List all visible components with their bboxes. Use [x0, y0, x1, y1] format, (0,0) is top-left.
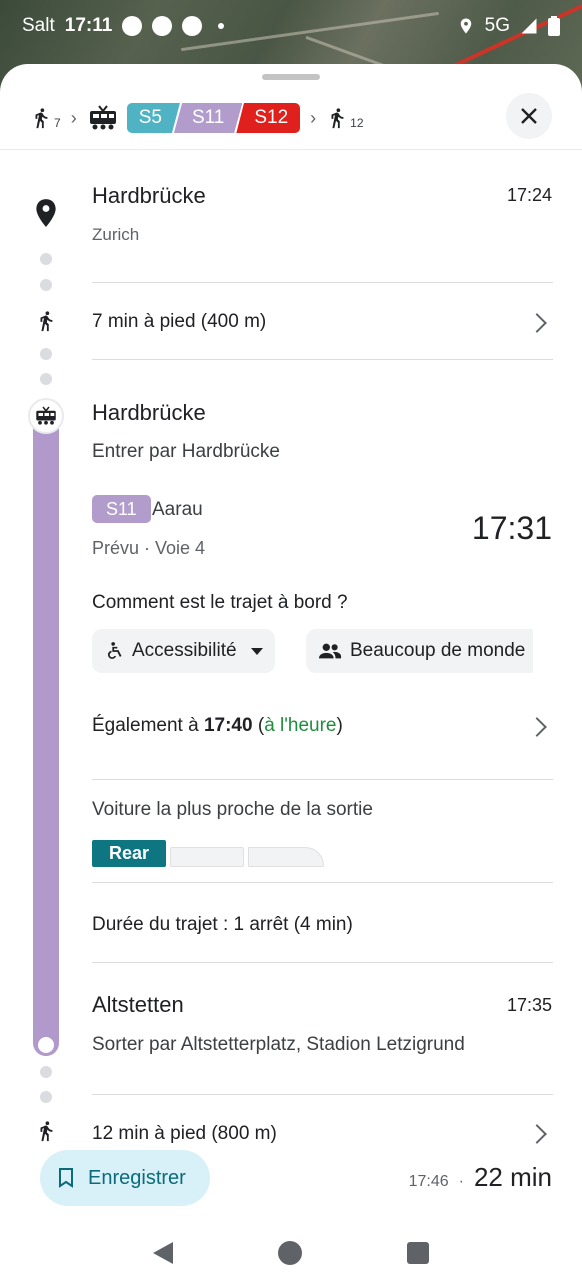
- walk-segment-start: 7: [30, 104, 61, 132]
- timeline-dot: [40, 348, 52, 360]
- line-badge-s11: S11: [92, 495, 151, 523]
- front-car: [248, 847, 324, 867]
- divider: [92, 359, 553, 360]
- recents-icon[interactable]: [407, 1242, 430, 1264]
- facebook-icon: [152, 16, 173, 36]
- back-icon[interactable]: [152, 1242, 173, 1264]
- walk-icon: [40, 311, 53, 332]
- close-icon: [521, 108, 537, 124]
- exit-car-label: Voiture la plus proche de la sortie: [92, 799, 373, 820]
- whatsapp-icon: [122, 16, 143, 36]
- train-car-diagram: Rear: [92, 840, 324, 867]
- timeline-dot: [40, 279, 52, 291]
- home-icon[interactable]: [277, 1241, 302, 1265]
- walk-minutes-end: 12: [350, 116, 364, 130]
- line-badge-s11: S11: [173, 103, 243, 133]
- boarding-station: Hardbrücke: [92, 400, 206, 425]
- divider: [92, 1094, 553, 1095]
- also-at-paren-close: ): [336, 715, 343, 736]
- accessibility-chip-label: Accessibilité: [132, 640, 237, 661]
- departure-time: 17:31: [471, 510, 552, 546]
- timeline-dot: [40, 253, 52, 265]
- divider: [92, 779, 553, 780]
- walk-icon: [40, 1121, 53, 1142]
- also-at-paren-open: (: [252, 715, 265, 736]
- arrival-time: 17:46: [408, 1173, 449, 1190]
- origin-time: 17:24: [506, 185, 552, 205]
- arrival-stop-marker: [35, 1034, 57, 1056]
- arrival-exit-info: Sorter par Altstetterplatz, Stadion Letz…: [92, 1034, 465, 1055]
- arrival-stop-time: 17:35: [506, 995, 552, 1015]
- divider: [92, 882, 553, 883]
- walk-step-2[interactable]: 12 min à pied (800 m): [92, 1123, 553, 1149]
- walk-icon: [35, 108, 48, 129]
- crowded-chip-label: Beaucoup de monde: [350, 640, 526, 661]
- train-icon: [89, 105, 116, 130]
- battery-icon: [548, 16, 560, 36]
- signal-icon: [521, 18, 537, 34]
- also-at-time: 17:40: [203, 715, 253, 736]
- divider: [0, 149, 582, 150]
- status-bar: Salt 17:11 5G: [0, 0, 582, 52]
- line-badges: S5 S11 S12: [126, 103, 301, 133]
- notification-dot-icon: [218, 23, 225, 29]
- dropdown-caret-icon: [250, 647, 263, 655]
- also-at-prefix: Également à: [92, 715, 204, 736]
- origin-name: Hardbrücke: [92, 183, 206, 208]
- chevron-right-icon: ›: [70, 107, 77, 128]
- walk-minutes-start: 7: [54, 116, 61, 130]
- timeline-dot: [40, 373, 52, 385]
- accessibility-chip[interactable]: Accessibilité: [92, 629, 275, 673]
- walk-step-1[interactable]: 7 min à pied (400 m): [92, 311, 553, 341]
- transit-timeline-line: [33, 414, 59, 1056]
- bookmark-icon: [59, 1168, 73, 1188]
- walk-segment-end: 12: [326, 104, 364, 132]
- chevron-right-icon: ›: [310, 107, 317, 128]
- ride-duration: Durée du trajet : 1 arrêt (4 min): [92, 914, 353, 935]
- save-button[interactable]: Enregistrer: [40, 1150, 210, 1206]
- drag-handle[interactable]: [262, 74, 320, 80]
- facebook-icon: [182, 16, 203, 36]
- network-label: 5G: [484, 15, 510, 36]
- divider: [92, 282, 553, 283]
- middle-car: [170, 847, 244, 867]
- wheelchair-icon: [107, 642, 122, 659]
- location-pin-icon: [36, 199, 56, 227]
- close-button[interactable]: [506, 93, 552, 139]
- also-at-status: à l'heure: [264, 715, 337, 736]
- crowded-chip[interactable]: Beaucoup de monde: [306, 629, 534, 673]
- walk-icon: [331, 108, 344, 129]
- timeline-dot: [40, 1091, 52, 1103]
- onboard-question: Comment est le trajet à bord ?: [92, 592, 348, 613]
- line-badge-s5: S5: [126, 103, 180, 133]
- location-icon: [460, 18, 471, 34]
- departure-status: Prévu · Voie 4: [92, 538, 206, 558]
- route-summary-bar: 7 › S5 S11 S12 › 12: [0, 86, 582, 150]
- system-nav-bar: [0, 1222, 582, 1284]
- train-icon: [36, 406, 56, 425]
- origin-city: Zurich: [92, 225, 140, 244]
- timeline-dot: [40, 1066, 52, 1078]
- people-icon: [318, 643, 342, 659]
- separator: ·: [458, 1173, 464, 1190]
- train-stop-marker: [28, 398, 64, 434]
- carrier-label: Salt: [22, 15, 55, 36]
- also-at-row[interactable]: Également à 17:40 (à l'heure): [92, 715, 553, 745]
- rear-car: Rear: [92, 840, 166, 867]
- divider: [92, 962, 553, 963]
- trip-duration: 22 min: [473, 1162, 552, 1192]
- boarding-entrance: Entrer par Hardbrücke: [92, 441, 280, 462]
- trip-summary: 17:46 · 22 min: [409, 1162, 552, 1193]
- save-button-label: Enregistrer: [88, 1166, 186, 1189]
- line-badge-s12: S12: [236, 103, 301, 133]
- status-time: 17:11: [64, 15, 113, 36]
- arrival-stop-name: Altstetten: [92, 992, 184, 1017]
- line-destination: Aarau: [152, 499, 203, 520]
- directions-sheet: 7 › S5 S11 S12 › 12 Hardbrücke 17:24 Zur…: [0, 64, 582, 1284]
